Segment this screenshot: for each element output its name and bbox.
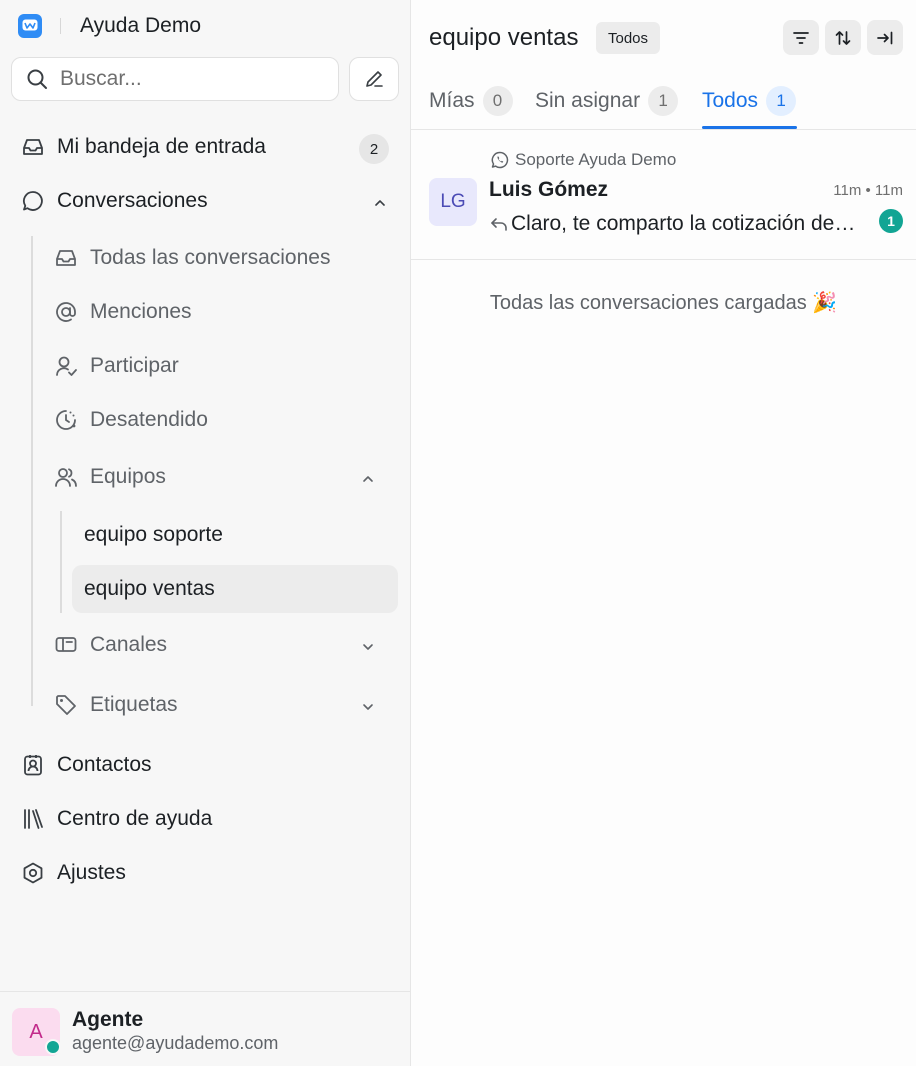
inbox-icon bbox=[21, 135, 45, 159]
sidebar-item-label: Conversaciones bbox=[57, 189, 208, 212]
sidebar-item-channels[interactable]: Canales bbox=[54, 633, 167, 657]
user-check-icon bbox=[54, 354, 78, 378]
sidebar-item-unattended[interactable]: Desatendido bbox=[54, 408, 208, 432]
inbox-label: Soporte Ayuda Demo bbox=[491, 150, 676, 170]
tab-label: Todos bbox=[702, 89, 759, 112]
inbox-count-badge: 2 bbox=[359, 134, 389, 164]
users-icon bbox=[54, 465, 78, 489]
all-loaded-message: Todas las conversaciones cargadas 🎉 bbox=[489, 292, 838, 314]
tab-mine[interactable]: Mías 0 bbox=[429, 86, 513, 116]
status-filter-pill[interactable]: Todos bbox=[596, 22, 661, 54]
contact-card-icon bbox=[21, 753, 45, 777]
contact-name: Luis Gómez bbox=[489, 178, 609, 201]
sidebar-item-label: Centro de ayuda bbox=[57, 807, 213, 830]
brand-separator bbox=[60, 18, 61, 34]
sidebar-item-conversations[interactable]: Conversaciones bbox=[21, 189, 208, 213]
inbox-icon bbox=[54, 246, 78, 270]
tab-count: 1 bbox=[648, 86, 679, 116]
collapse-panel-button[interactable] bbox=[867, 20, 903, 55]
search-icon bbox=[26, 68, 48, 90]
settings-hexagon-icon bbox=[21, 861, 45, 885]
sort-arrows-icon bbox=[834, 29, 852, 47]
sidebar-item-all-conversations[interactable]: Todas las conversaciones bbox=[54, 246, 330, 270]
brand-logo[interactable] bbox=[18, 14, 42, 38]
channel-icon bbox=[54, 633, 78, 657]
search-box[interactable] bbox=[11, 57, 339, 101]
last-message-text: Claro, te comparto la cotización del pla… bbox=[511, 212, 859, 235]
sidebar-item-labels[interactable]: Etiquetas bbox=[54, 693, 178, 717]
conversation-list-panel: equipo ventas Todos Mías 0 Sin asignar 1… bbox=[411, 0, 916, 1066]
user-email: agente@ayudademo.com bbox=[72, 1033, 279, 1053]
whatsapp-icon bbox=[491, 151, 509, 169]
tab-unassigned[interactable]: Sin asignar 1 bbox=[535, 86, 679, 116]
conversations-tree-line bbox=[31, 236, 33, 706]
sidebar-item-inbox[interactable]: Mi bandeja de entrada bbox=[21, 135, 266, 159]
user-profile[interactable]: A Agente agente@ayudademo.com bbox=[0, 991, 410, 1066]
tab-count: 0 bbox=[482, 86, 513, 116]
sidebar-item-label: Todas las conversaciones bbox=[90, 246, 331, 269]
tab-label: Mías bbox=[429, 89, 475, 112]
tag-icon bbox=[54, 693, 78, 717]
clock-icon bbox=[54, 408, 78, 432]
arrow-right-to-line-icon bbox=[876, 30, 894, 46]
sidebar-item-label: Equipos bbox=[90, 465, 166, 488]
search-input[interactable] bbox=[60, 67, 310, 91]
chevron-up-icon[interactable] bbox=[360, 471, 376, 487]
sidebar-item-label: Ajustes bbox=[57, 861, 126, 884]
sidebar-item-label: Menciones bbox=[90, 300, 192, 323]
sidebar-item-label: Desatendido bbox=[90, 408, 208, 431]
teams-tree-line bbox=[60, 511, 62, 613]
chevron-down-icon[interactable] bbox=[360, 699, 376, 715]
sidebar-item-label: Contactos bbox=[57, 753, 152, 776]
tab-all[interactable]: Todos 1 bbox=[702, 86, 797, 116]
team-label: equipo ventas bbox=[84, 577, 215, 600]
sidebar-item-participating[interactable]: Participar bbox=[54, 354, 179, 378]
sidebar-item-mentions[interactable]: Menciones bbox=[54, 300, 192, 324]
sort-button[interactable] bbox=[825, 20, 861, 55]
unread-count-badge: 1 bbox=[879, 209, 903, 233]
pencil-icon bbox=[364, 69, 384, 89]
team-label: equipo soporte bbox=[84, 523, 223, 546]
chevron-up-icon[interactable] bbox=[372, 195, 388, 211]
tab-count: 1 bbox=[766, 86, 797, 116]
contact-avatar: LG bbox=[429, 178, 477, 226]
library-icon bbox=[21, 807, 45, 831]
sidebar-item-teams[interactable]: Equipos bbox=[54, 465, 166, 489]
chat-bubble-icon bbox=[21, 189, 45, 213]
brand-name: Ayuda Demo bbox=[80, 14, 202, 37]
compose-button[interactable] bbox=[349, 57, 399, 101]
inbox-name: Soporte Ayuda Demo bbox=[515, 150, 677, 169]
user-name: Agente bbox=[72, 1008, 144, 1031]
sidebar-team-sales[interactable]: equipo ventas bbox=[72, 565, 398, 613]
filter-icon bbox=[792, 30, 810, 46]
brand: Ayuda Demo bbox=[18, 14, 201, 38]
sidebar-team-support[interactable]: equipo soporte bbox=[72, 511, 398, 559]
sidebar: Ayuda Demo Mi bandeja de entrada 2 Conve… bbox=[0, 0, 411, 1066]
tab-label: Sin asignar bbox=[535, 89, 641, 112]
sidebar-item-help-center[interactable]: Centro de ayuda bbox=[21, 807, 212, 831]
page-title: equipo ventas bbox=[429, 24, 579, 51]
sidebar-item-label: Etiquetas bbox=[90, 693, 178, 716]
filter-button[interactable] bbox=[783, 20, 819, 55]
sidebar-item-settings[interactable]: Ajustes bbox=[21, 861, 126, 885]
last-message: Claro, te comparto la cotización del pla… bbox=[489, 212, 859, 236]
sidebar-item-contacts[interactable]: Contactos bbox=[21, 753, 152, 777]
at-icon bbox=[54, 300, 78, 324]
sidebar-item-label: Participar bbox=[90, 354, 179, 377]
sidebar-item-label: Mi bandeja de entrada bbox=[57, 135, 266, 158]
conversation-card[interactable]: Soporte Ayuda Demo LG Luis Gómez 11m • 1… bbox=[411, 130, 916, 260]
online-status-dot bbox=[45, 1039, 61, 1055]
reply-arrow-icon bbox=[489, 215, 509, 233]
sidebar-item-label: Canales bbox=[90, 633, 168, 656]
chevron-down-icon[interactable] bbox=[360, 639, 376, 655]
conversation-timestamp: 11m • 11m bbox=[833, 182, 903, 199]
